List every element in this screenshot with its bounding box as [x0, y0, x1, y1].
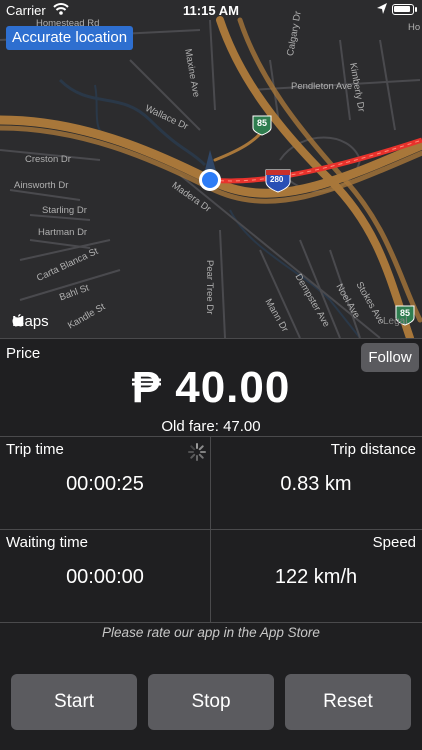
street-label: Ainsworth Dr	[14, 180, 69, 191]
accurate-location-button[interactable]: Accurate location	[6, 26, 134, 50]
street-label: Ho	[408, 22, 421, 33]
trip-distance-cell: Trip distance 0.83 km	[211, 437, 422, 530]
map-view[interactable]: Homestead Rd Maxine Ave Calgary Dr Kimbe…	[0, 0, 422, 338]
speed-cell: Speed 122 km/h	[211, 530, 422, 623]
speed-value: 122 km/h	[274, 566, 358, 588]
highway-85-shield: 85	[257, 118, 268, 128]
battery-icon	[392, 4, 414, 15]
status-bar: Carrier 11:15 AM	[0, 0, 422, 22]
price-value: ₱ 40.00	[131, 363, 291, 412]
waiting-time-value: 00:00:00	[66, 566, 144, 588]
old-fare-label: Old fare: 47.00	[161, 418, 261, 435]
trip-time-cell: Trip time 00:00:25	[0, 437, 211, 530]
stop-button[interactable]: Stop	[148, 674, 274, 730]
price-label: Price	[6, 345, 41, 362]
street-label: Hartman Dr	[38, 227, 88, 238]
street-label: Pendleton Ave	[291, 81, 353, 92]
legal-link[interactable]: Legal	[383, 316, 407, 327]
trip-time-label: Trip time	[6, 441, 64, 458]
street-label: Creston Dr	[25, 154, 71, 165]
battery-tip	[415, 7, 417, 12]
loading-spinner-icon	[188, 443, 206, 461]
speed-label: Speed	[372, 534, 416, 551]
reset-button[interactable]: Reset	[285, 674, 411, 730]
clock: 11:15 AM	[183, 3, 239, 18]
location-arrow-icon	[377, 3, 387, 14]
trip-time-value: 00:00:25	[66, 473, 144, 495]
start-button[interactable]: Start	[11, 674, 137, 730]
apple-icon	[12, 314, 24, 327]
trip-stats-grid: Trip time 00:00:25 Trip distance 0.83 km…	[0, 437, 422, 623]
trip-distance-value: 0.83 km	[280, 473, 352, 495]
interstate-shield: 280	[270, 175, 284, 184]
waiting-time-cell: Waiting time 00:00:00	[0, 530, 211, 623]
street-label: Pear Tree Dr	[204, 260, 215, 315]
street-label: Starling Dr	[42, 205, 87, 216]
apple-maps-logo: Maps	[12, 313, 49, 330]
price-section: Price Follow ₱ 40.00 Old fare: 47.00	[0, 338, 422, 437]
trip-distance-label: Trip distance	[330, 441, 416, 458]
waiting-time-label: Waiting time	[6, 534, 88, 551]
rate-app-link[interactable]: Please rate our app in the App Store	[0, 625, 422, 640]
